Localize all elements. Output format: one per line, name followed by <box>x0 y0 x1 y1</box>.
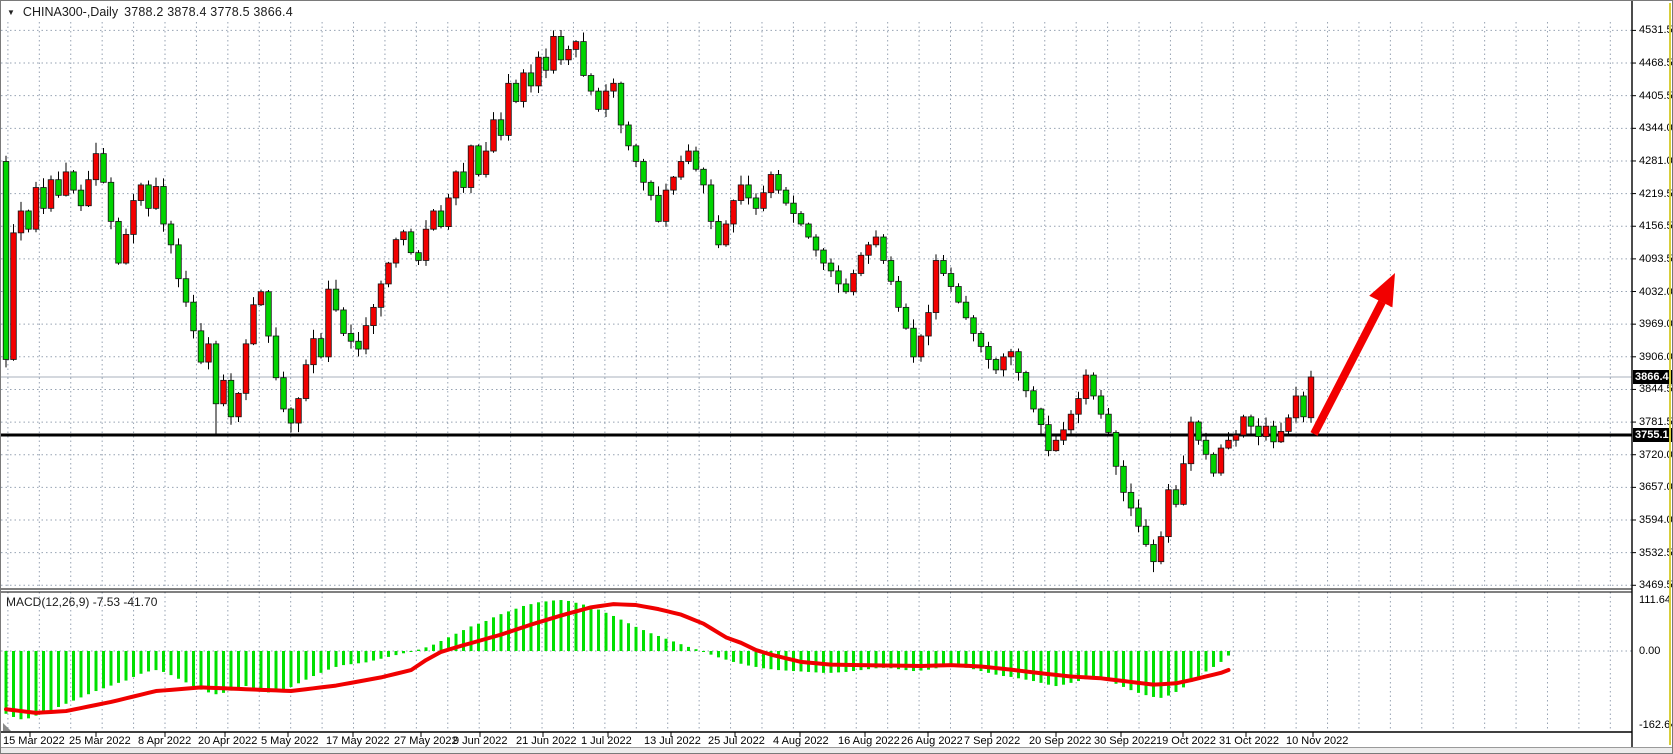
symbol-dropdown-icon[interactable]: ▼ <box>7 8 17 17</box>
date-axis-label: 31 Oct 2022 <box>1219 735 1279 747</box>
symbol-period-label: CHINA300-,Daily <box>23 5 118 19</box>
date-axis-label: 16 Aug 2022 <box>838 735 900 747</box>
date-axis-label: 20 Sep 2022 <box>1029 735 1091 747</box>
date-axis-label: 9 Jun 2022 <box>453 735 507 747</box>
date-axis-label: 17 May 2022 <box>326 735 390 747</box>
current-price-badge: 3866.4 <box>1633 370 1673 384</box>
date-axis-label: 27 May 2022 <box>394 735 458 747</box>
date-axis-label: 5 May 2022 <box>261 735 318 747</box>
date-axis-label: 8 Apr 2022 <box>138 735 191 747</box>
date-axis-label: 15 Mar 2022 <box>3 735 65 747</box>
macd-indicator-label: MACD(12,26,9) -7.53 -41.70 <box>6 595 157 609</box>
date-axis-label: 30 Sep 2022 <box>1094 735 1156 747</box>
date-axis-label: 19 Oct 2022 <box>1156 735 1216 747</box>
date-axis-label: 20 Apr 2022 <box>198 735 257 747</box>
date-axis-label: 10 Nov 2022 <box>1286 735 1348 747</box>
window-active-edge <box>1669 3 1671 745</box>
ohlc-values: 3788.2 3878.4 3778.5 3866.4 <box>124 5 293 19</box>
time-axis[interactable]: 15 Mar 2022 25 Mar 2022 8 Apr 2022 20 Apr 2… <box>1 1 1673 754</box>
date-axis-label: 21 Jun 2022 <box>516 735 577 747</box>
date-axis-label: 26 Aug 2022 <box>901 735 963 747</box>
date-axis-label: 25 Mar 2022 <box>69 735 131 747</box>
support-price-badge[interactable]: 3755.1 <box>1633 428 1673 442</box>
chart-title: ▼ CHINA300-,Daily 3788.2 3878.4 3778.5 3… <box>7 5 293 19</box>
date-axis-label: 1 Jul 2022 <box>581 735 632 747</box>
date-axis-label: 13 Jul 2022 <box>644 735 701 747</box>
date-axis-label: 25 Jul 2022 <box>708 735 765 747</box>
date-axis-label: 4 Aug 2022 <box>773 735 829 747</box>
chart-window: ▼ CHINA300-,Daily 3788.2 3878.4 3778.5 3… <box>0 0 1673 754</box>
date-axis-label: 7 Sep 2022 <box>964 735 1020 747</box>
